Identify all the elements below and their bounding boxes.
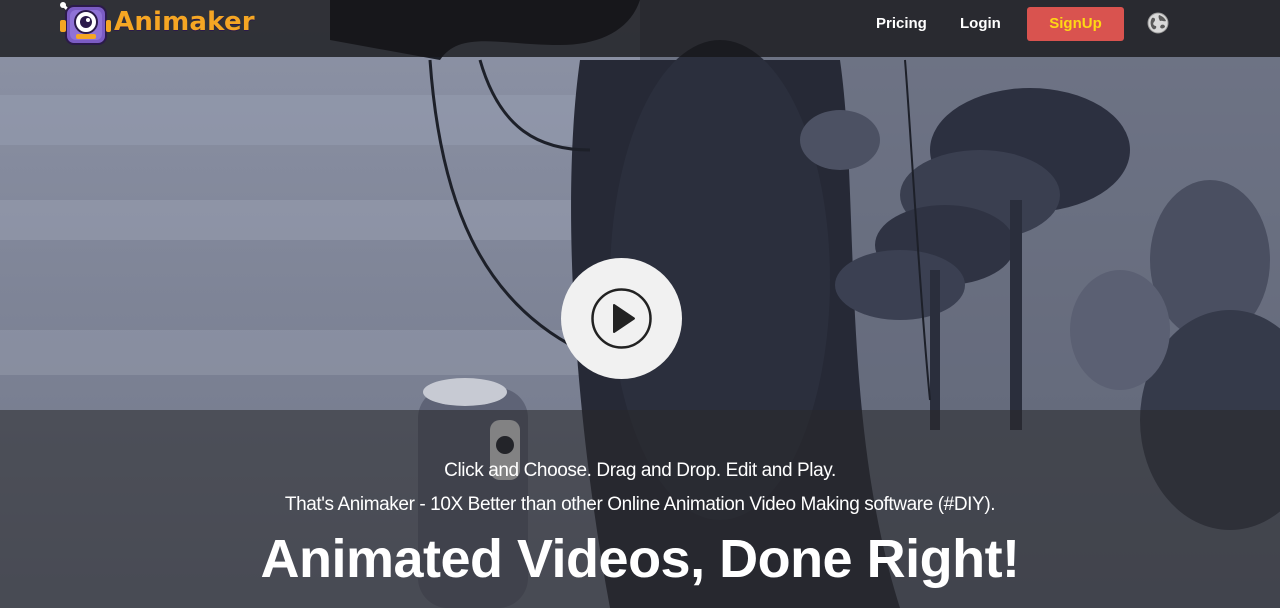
robot-mascot-icon bbox=[60, 2, 111, 45]
hero-tagline-line1: Click and Choose. Drag and Drop. Edit an… bbox=[444, 460, 836, 481]
play-video-button[interactable] bbox=[561, 258, 682, 379]
animaker-logo[interactable]: Animaker bbox=[56, 0, 255, 50]
play-icon bbox=[591, 288, 652, 349]
landing-page: Animaker Pricing Login SignUp Click and … bbox=[0, 0, 1280, 608]
brand-name: Animaker bbox=[114, 7, 255, 37]
hero-headline: Animated Videos, Done Right! bbox=[260, 529, 1020, 589]
nav-pricing-link[interactable]: Pricing bbox=[876, 14, 927, 34]
globe-icon[interactable] bbox=[1147, 12, 1169, 34]
top-navbar: Animaker Pricing Login SignUp bbox=[0, 0, 1280, 57]
hero-tagline-line2: That's Animaker - 10X Better than other … bbox=[284, 494, 996, 515]
signup-button[interactable]: SignUp bbox=[1027, 7, 1124, 41]
nav-login-link[interactable]: Login bbox=[960, 14, 1001, 34]
